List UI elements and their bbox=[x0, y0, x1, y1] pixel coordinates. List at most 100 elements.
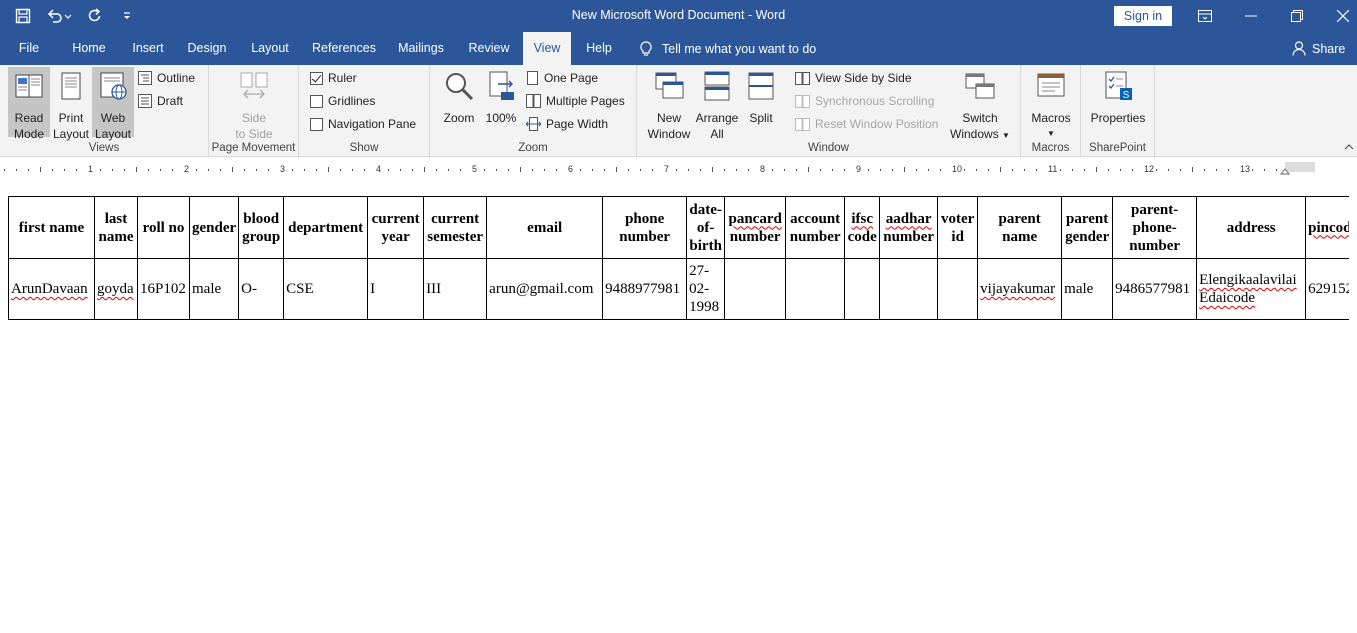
table-cell[interactable]: 16P102 bbox=[137, 258, 190, 320]
table-cell[interactable]: male bbox=[188, 258, 240, 320]
tab-home[interactable]: Home bbox=[63, 32, 115, 65]
synchronous-scrolling-button[interactable]: Synchronous Scrolling bbox=[795, 91, 934, 111]
column-header[interactable]: address bbox=[1196, 196, 1307, 259]
draft-button[interactable]: Draft bbox=[138, 91, 183, 111]
view-side-by-side-button[interactable]: View Side by Side bbox=[795, 68, 912, 88]
column-header[interactable]: roll no bbox=[137, 196, 190, 259]
table-cell[interactable]: 9488977981 bbox=[602, 258, 688, 320]
read-mode-button[interactable]: Read Mode bbox=[8, 67, 50, 141]
table-cell[interactable] bbox=[844, 258, 881, 320]
properties-button[interactable]: S Properties bbox=[1087, 67, 1149, 125]
ruler-tick bbox=[736, 169, 737, 171]
ruler-tick bbox=[1168, 169, 1169, 171]
tell-me-search[interactable]: Tell me what you want to do bbox=[640, 32, 816, 65]
tab-view[interactable]: View bbox=[523, 32, 571, 65]
column-header[interactable]: last name bbox=[94, 196, 138, 259]
table-cell[interactable]: 9486577981 bbox=[1112, 258, 1198, 320]
ruler-tick bbox=[796, 169, 797, 171]
column-header[interactable]: email bbox=[486, 196, 604, 259]
table-cell[interactable]: vijayakumar bbox=[977, 258, 1063, 320]
split-button[interactable]: Split bbox=[743, 67, 779, 125]
table-cell[interactable]: CSE bbox=[283, 258, 369, 320]
column-header[interactable]: blood group bbox=[238, 196, 285, 259]
split-label: Split bbox=[749, 111, 773, 125]
ruler-tick bbox=[232, 167, 233, 172]
ruler-indent-marker-icon[interactable] bbox=[1279, 164, 1291, 175]
column-header[interactable]: aadhar number bbox=[879, 196, 939, 259]
gridlines-checkbox[interactable]: Gridlines bbox=[310, 91, 375, 111]
column-header[interactable]: parent gender bbox=[1061, 196, 1114, 259]
table-cell[interactable]: III bbox=[423, 258, 488, 320]
navigation-pane-checkbox[interactable]: Navigation Pane bbox=[310, 114, 416, 134]
ruler-tick bbox=[676, 169, 677, 171]
column-header[interactable]: voter id bbox=[937, 196, 979, 259]
table-cell[interactable]: arun@gmail.com bbox=[486, 258, 604, 320]
table-cell[interactable] bbox=[785, 258, 846, 320]
minimize-icon[interactable] bbox=[1228, 0, 1274, 32]
new-window-button[interactable]: New Window bbox=[647, 67, 691, 141]
column-header[interactable]: current semester bbox=[423, 196, 488, 259]
ruler-tick bbox=[1228, 169, 1229, 171]
tab-help[interactable]: Help bbox=[580, 32, 618, 65]
cell-text: arun@gmail.com bbox=[489, 281, 594, 297]
column-header[interactable]: current year bbox=[367, 196, 425, 259]
tab-mailings[interactable]: Mailings bbox=[390, 32, 452, 65]
document-area[interactable]: first name last name roll no gender blood grou… bbox=[0, 176, 1357, 633]
column-header[interactable]: pancard number bbox=[724, 196, 787, 259]
web-layout-button[interactable]: Web Layout bbox=[92, 67, 134, 141]
arrange-all-button[interactable]: Arrange All bbox=[695, 67, 739, 141]
table-cell[interactable]: 629152 bbox=[1305, 258, 1349, 320]
collapse-ribbon-icon[interactable] bbox=[1343, 141, 1355, 153]
table-cell[interactable] bbox=[879, 258, 939, 320]
table-cell[interactable]: Elengikaalavilai Edaicode bbox=[1196, 258, 1307, 320]
ruler-tick bbox=[544, 169, 545, 171]
column-header[interactable]: department bbox=[283, 196, 369, 259]
ruler-tick bbox=[940, 169, 941, 171]
reset-window-position-button[interactable]: Reset Window Position bbox=[795, 114, 938, 134]
print-layout-button[interactable]: Print Layout bbox=[50, 67, 92, 141]
one-page-button[interactable]: One Page bbox=[526, 68, 598, 88]
table-cell[interactable] bbox=[724, 258, 787, 320]
ribbon-display-options-icon[interactable] bbox=[1182, 0, 1228, 32]
ruler-number: 11 bbox=[1048, 164, 1058, 174]
column-header[interactable]: parent name bbox=[977, 196, 1063, 259]
column-header[interactable]: account number bbox=[785, 196, 846, 259]
multiple-pages-button[interactable]: Multiple Pages bbox=[526, 91, 625, 111]
table-cell[interactable]: I bbox=[367, 258, 425, 320]
table-cell[interactable]: goyda bbox=[94, 258, 138, 320]
table-cell[interactable]: ArunDavaan bbox=[8, 258, 95, 320]
table-cell[interactable]: O- bbox=[238, 258, 285, 320]
tab-layout[interactable]: Layout bbox=[242, 32, 298, 65]
column-header[interactable]: ifsc code bbox=[844, 196, 881, 259]
share-button[interactable]: Share bbox=[1292, 32, 1345, 65]
table-cell[interactable] bbox=[937, 258, 979, 320]
sign-in-button[interactable]: Sign in bbox=[1114, 6, 1172, 26]
column-header[interactable]: date-of-birth bbox=[686, 196, 726, 259]
restore-icon[interactable] bbox=[1274, 0, 1320, 32]
tab-file[interactable]: File bbox=[8, 32, 50, 65]
column-header[interactable]: phone number bbox=[602, 196, 688, 259]
page-width-button[interactable]: Page Width bbox=[526, 114, 608, 134]
zoom-100-button[interactable]: 100% bbox=[482, 67, 520, 125]
tab-design[interactable]: Design bbox=[179, 32, 235, 65]
horizontal-ruler[interactable]: 1 2 3 4 5 6 7 8 9 10 11 12 13 bbox=[0, 158, 1357, 176]
close-icon[interactable] bbox=[1320, 0, 1357, 32]
tab-insert[interactable]: Insert bbox=[124, 32, 172, 65]
side-to-side-button[interactable]: Side to Side bbox=[231, 67, 277, 141]
switch-windows-button[interactable]: Switch Windows ▼ bbox=[949, 67, 1011, 141]
tab-review[interactable]: Review bbox=[461, 32, 517, 65]
tab-references[interactable]: References bbox=[306, 32, 382, 65]
column-header[interactable]: first name bbox=[8, 196, 95, 259]
outline-button[interactable]: Outline bbox=[138, 68, 195, 88]
svg-text:S: S bbox=[1123, 90, 1130, 101]
zoom-button[interactable]: Zoom bbox=[438, 67, 480, 125]
print-layout-icon bbox=[61, 72, 81, 100]
ruler-tick bbox=[520, 167, 521, 172]
table-cell[interactable]: male bbox=[1061, 258, 1114, 320]
table-cell[interactable]: 27- 02- 1998 bbox=[686, 258, 726, 320]
column-header[interactable]: parent-phone-number bbox=[1112, 196, 1198, 259]
column-header[interactable]: gender bbox=[188, 196, 240, 259]
ruler-checkbox[interactable]: Ruler bbox=[310, 68, 357, 88]
macros-button[interactable]: Macros ▼ bbox=[1029, 67, 1073, 138]
column-header[interactable]: pincode bbox=[1305, 196, 1349, 259]
